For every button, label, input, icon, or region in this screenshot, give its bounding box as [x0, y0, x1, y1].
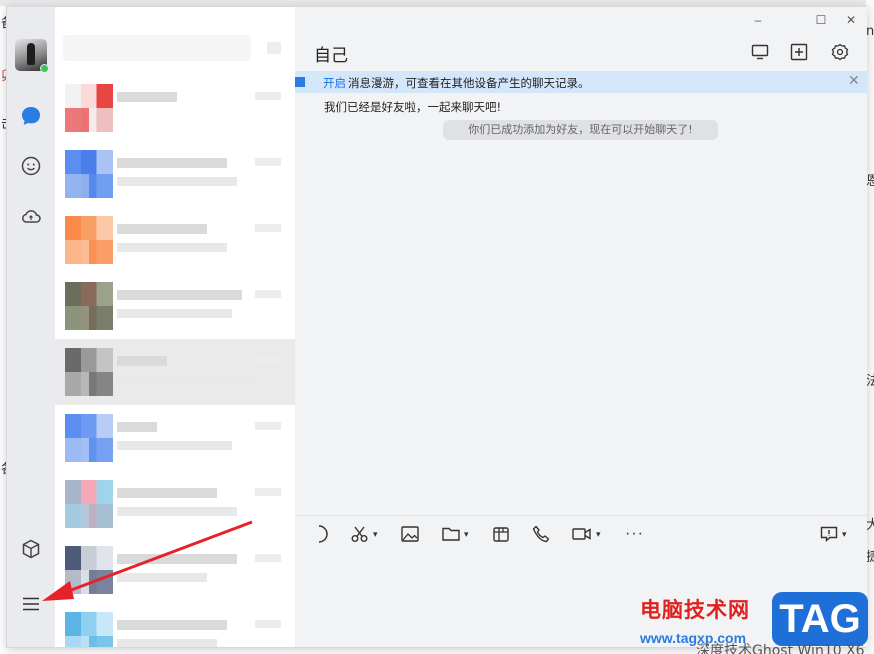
conversation-preview-blurred — [117, 639, 217, 647]
conversation-avatar — [65, 546, 113, 594]
conversation-avatar — [65, 150, 113, 198]
conversation-list — [55, 7, 295, 647]
conversation-time-blurred — [255, 92, 281, 100]
online-status-dot — [40, 64, 49, 73]
conversation-item[interactable] — [55, 207, 295, 273]
system-notice: 你们已成功添加为好友，现在可以开始聊天了! — [443, 120, 718, 140]
screenshot-stage: 备 卯 击 各 n 恩 法 大 捷 — [0, 0, 874, 654]
chevron-down-icon[interactable]: ▾ — [842, 529, 847, 540]
conversation-preview-blurred — [117, 507, 237, 516]
conversation-avatar — [65, 612, 113, 647]
background-bottom-text: 深度技术Ghost Win10 X6 — [696, 643, 865, 654]
watermark-title: 电脑技术网 — [640, 598, 750, 622]
conversation-name-blurred — [117, 422, 157, 432]
conversation-time-blurred — [255, 290, 281, 298]
conversation-preview-blurred — [117, 375, 257, 384]
conversation-name-blurred — [117, 290, 242, 300]
conversation-time-blurred — [255, 488, 281, 496]
chat-app-window: – ☐ ✕ 自己 开启 消息漫游，可查看在其他设备产生的聊天记录。 ✕ 我们已经… — [6, 6, 867, 648]
message-text: 我们已经是好友啦，一起来聊天吧! — [324, 100, 502, 114]
conversation-avatar — [65, 348, 113, 396]
conversation-item[interactable] — [55, 603, 295, 647]
conversation-preview-blurred — [117, 309, 232, 318]
banner-flag-icon — [295, 77, 305, 87]
conversation-item[interactable] — [55, 471, 295, 537]
emoji-icon[interactable] — [317, 523, 331, 545]
background-fragment: n — [866, 24, 874, 39]
folder-icon[interactable]: ▾ — [441, 523, 469, 545]
contacts-icon[interactable] — [19, 154, 43, 178]
more-icon[interactable]: ··· — [625, 523, 644, 545]
conversation-time-blurred — [255, 422, 281, 430]
conversation-name-blurred — [117, 554, 237, 564]
maximize-button[interactable]: ☐ — [811, 12, 831, 28]
chevron-down-icon[interactable]: ▾ — [373, 529, 378, 540]
conversation-avatar — [65, 216, 113, 264]
chat-panel: – ☐ ✕ 自己 开启 消息漫游，可查看在其他设备产生的聊天记录。 ✕ 我们已经… — [295, 7, 867, 647]
conversation-preview-blurred — [117, 573, 207, 582]
conversation-avatar — [65, 480, 113, 528]
conversation-item[interactable] — [55, 75, 295, 141]
minimize-button[interactable]: – — [748, 12, 768, 28]
conversation-time-blurred — [255, 224, 281, 232]
conversation-preview-blurred — [117, 243, 227, 252]
banner-text: 消息漫游，可查看在其他设备产生的聊天记录。 — [348, 76, 590, 90]
conversation-item[interactable] — [55, 537, 295, 603]
cloud-icon[interactable] — [19, 204, 43, 228]
conversation-name-blurred — [117, 224, 207, 234]
conversation-avatar — [65, 282, 113, 330]
conversation-name-blurred — [117, 356, 167, 366]
conversation-item[interactable] — [55, 339, 295, 405]
app-box-icon[interactable] — [19, 537, 43, 561]
background-fragment: 法 — [866, 374, 874, 389]
add-window-icon[interactable] — [789, 42, 809, 62]
conversation-time-blurred — [255, 158, 281, 166]
conversation-name-blurred — [117, 488, 217, 498]
banner-close-icon[interactable]: ✕ — [848, 73, 860, 89]
conversation-avatar — [65, 414, 113, 462]
watermark-badge: TAG — [772, 592, 868, 646]
screenshot-scissors-icon[interactable]: ▾ — [350, 523, 378, 545]
toolbar-divider — [295, 515, 867, 516]
chat-title: 自己 — [314, 46, 348, 66]
chevron-down-icon[interactable]: ▾ — [596, 529, 601, 540]
chevron-down-icon[interactable]: ▾ — [464, 529, 469, 540]
conversation-item[interactable] — [55, 273, 295, 339]
background-fragment: 恩 — [866, 174, 874, 189]
conversation-preview-blurred — [117, 177, 237, 186]
conversation-item[interactable] — [55, 405, 295, 471]
screen-share-icon[interactable] — [750, 42, 770, 62]
conversation-preview-blurred — [117, 441, 232, 450]
red-packet-icon[interactable] — [491, 523, 511, 545]
video-call-icon[interactable]: ▾ — [571, 523, 601, 545]
roaming-banner: 开启 消息漫游，可查看在其他设备产生的聊天记录。 ✕ — [295, 71, 867, 93]
image-icon[interactable] — [400, 523, 420, 545]
conversation-item[interactable] — [55, 141, 295, 207]
message-history-icon[interactable]: ▾ — [819, 523, 847, 545]
nav-rail — [7, 7, 55, 647]
close-button[interactable]: ✕ — [841, 12, 861, 28]
conversation-time-blurred — [255, 356, 281, 364]
message-icon[interactable] — [19, 104, 43, 128]
conversation-name-blurred — [117, 92, 177, 102]
search-input[interactable] — [63, 35, 251, 61]
enable-roaming-link[interactable]: 开启 — [323, 75, 346, 91]
background-fragment: 大 — [866, 518, 874, 533]
conversation-avatar — [65, 84, 113, 132]
add-button[interactable] — [267, 42, 281, 54]
conversation-name-blurred — [117, 158, 227, 168]
settings-icon[interactable] — [830, 42, 850, 62]
menu-icon[interactable] — [19, 592, 43, 616]
conversation-name-blurred — [117, 620, 227, 630]
conversation-time-blurred — [255, 620, 281, 628]
phone-icon[interactable] — [531, 523, 551, 545]
conversation-time-blurred — [255, 554, 281, 562]
background-fragment: 捷 — [866, 550, 874, 565]
